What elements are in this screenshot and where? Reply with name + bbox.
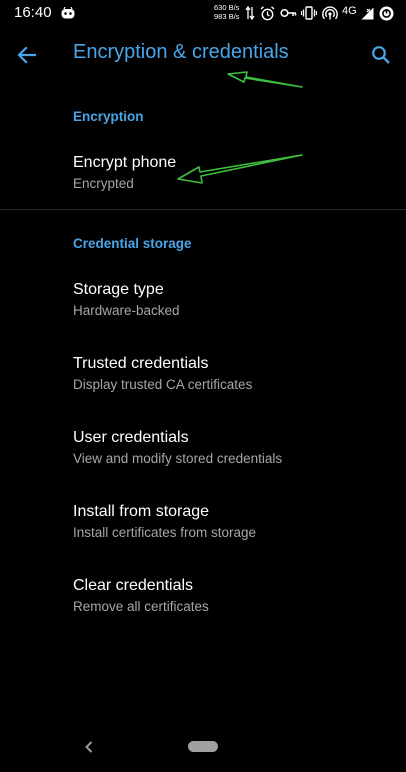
settings-screen: 16:40 630 B/s 983 B/s 4G Encryption & cr… xyxy=(0,0,406,772)
pref-title: Trusted credentials xyxy=(73,355,209,372)
pref-title: Storage type xyxy=(73,281,164,298)
section-header-encryption: Encryption xyxy=(73,109,144,124)
notification-icon xyxy=(60,4,76,22)
pref-title: Install from storage xyxy=(73,503,210,520)
alarm-icon xyxy=(259,4,275,22)
pref-user-credentials[interactable]: User credentials View and modify stored … xyxy=(0,429,406,491)
nav-back-button[interactable] xyxy=(80,737,98,757)
pref-summary: Remove all certificates xyxy=(73,599,209,614)
pref-summary: Encrypted xyxy=(73,176,134,191)
pref-title: Encrypt phone xyxy=(73,154,177,171)
hotspot-icon xyxy=(322,4,338,22)
page-title: Encryption & credentials xyxy=(73,41,289,63)
pref-clear-credentials[interactable]: Clear credentials Remove all certificate… xyxy=(0,577,406,639)
nav-home-pill[interactable] xyxy=(188,741,218,752)
pref-title: Clear credentials xyxy=(73,577,194,594)
search-button[interactable] xyxy=(366,40,396,70)
signal-icon xyxy=(360,4,374,22)
back-button[interactable] xyxy=(12,40,42,70)
pref-summary: Install certificates from storage xyxy=(73,525,257,540)
key-icon xyxy=(279,4,297,22)
status-bar: 16:40 630 B/s 983 B/s 4G xyxy=(0,0,406,28)
section-divider xyxy=(0,209,406,210)
pref-storage-type[interactable]: Storage type Hardware-backed xyxy=(0,281,406,343)
pref-trusted-credentials[interactable]: Trusted credentials Display trusted CA c… xyxy=(0,355,406,417)
network-speed: 630 B/s 983 B/s xyxy=(214,3,239,21)
pref-title: User credentials xyxy=(73,429,189,446)
net-speed-down: 983 B/s xyxy=(214,12,240,21)
arrow-back-icon xyxy=(17,46,37,64)
pref-install-from-storage[interactable]: Install from storage Install certificate… xyxy=(0,503,406,565)
vibrate-icon xyxy=(301,4,317,22)
pref-summary: Display trusted CA certificates xyxy=(73,377,253,392)
pref-encrypt-phone[interactable]: Encrypt phone Encrypted xyxy=(0,154,406,216)
search-icon xyxy=(372,46,390,64)
net-speed-up: 630 B/s xyxy=(214,3,240,12)
app-toolbar: Encryption & credentials xyxy=(0,28,406,82)
pref-summary: View and modify stored credentials xyxy=(73,451,283,466)
pref-summary: Hardware-backed xyxy=(73,303,180,318)
battery-saver-icon xyxy=(378,4,394,22)
chevron-left-icon xyxy=(85,741,93,753)
network-type-label: 4G xyxy=(342,5,357,17)
status-time: 16:40 xyxy=(14,4,52,21)
section-header-credential-storage: Credential storage xyxy=(73,236,192,251)
data-transfer-icon xyxy=(244,4,256,22)
